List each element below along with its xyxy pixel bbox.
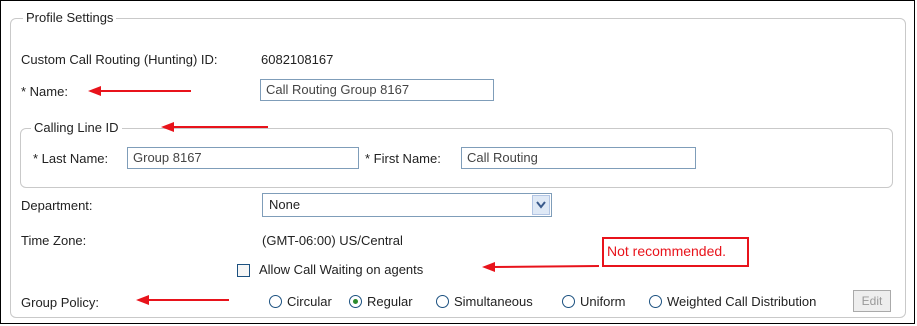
group-policy-label: Group Policy: xyxy=(21,295,100,310)
radio-uniform-label: Uniform xyxy=(580,294,626,309)
last-name-label: * Last Name: xyxy=(33,151,109,166)
last-name-input[interactable]: Group 8167 xyxy=(127,147,359,169)
call-waiting-checkbox[interactable] xyxy=(237,264,250,277)
call-waiting-label: Allow Call Waiting on agents xyxy=(259,262,424,277)
radio-simultaneous-label: Simultaneous xyxy=(454,294,533,309)
first-name-input[interactable]: Call Routing xyxy=(461,147,696,169)
department-selected-value: None xyxy=(269,197,301,212)
not-recommended-annotation: Not recommended. xyxy=(602,237,749,267)
radio-regular-label: Regular xyxy=(367,294,413,309)
call-waiting-arrow-icon xyxy=(482,262,600,272)
calling-line-id-arrow-icon xyxy=(161,122,268,132)
name-arrow-icon xyxy=(88,86,191,96)
hunting-id-label: Custom Call Routing (Hunting) ID: xyxy=(21,52,218,67)
profile-settings-legend: Profile Settings xyxy=(23,10,117,26)
chevron-down-icon[interactable] xyxy=(532,195,550,215)
calling-line-id-legend: Calling Line ID xyxy=(31,120,122,136)
first-name-label: * First Name: xyxy=(365,151,441,166)
group-policy-arrow-icon xyxy=(136,295,229,305)
radio-weighted[interactable] xyxy=(649,295,662,308)
hunting-id-value: 6082108167 xyxy=(261,52,334,67)
department-label: Department: xyxy=(21,198,93,213)
time-zone-value: (GMT-06:00) US/Central xyxy=(262,233,403,248)
time-zone-label: Time Zone: xyxy=(21,233,87,248)
radio-regular[interactable] xyxy=(349,295,362,308)
radio-weighted-label: Weighted Call Distribution xyxy=(667,294,817,309)
radio-circular[interactable] xyxy=(269,295,282,308)
edit-button[interactable]: Edit xyxy=(853,290,891,312)
radio-circular-label: Circular xyxy=(287,294,332,309)
name-input[interactable]: Call Routing Group 8167 xyxy=(260,79,494,101)
department-select[interactable]: None xyxy=(262,193,552,217)
radio-simultaneous[interactable] xyxy=(436,295,449,308)
name-label: * Name: xyxy=(21,84,68,99)
radio-uniform[interactable] xyxy=(562,295,575,308)
